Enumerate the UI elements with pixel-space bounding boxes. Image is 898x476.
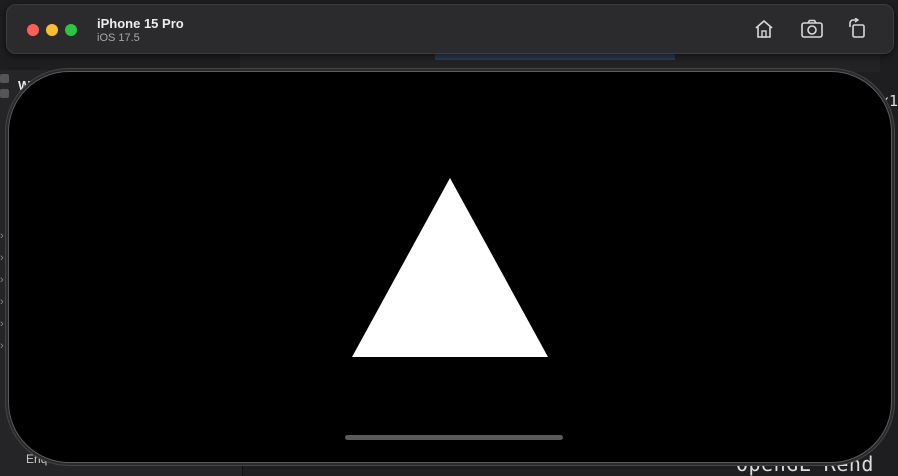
iphone-device-frame (9, 72, 891, 462)
chevron-right-icon: › (0, 274, 4, 286)
rotate-icon (849, 18, 865, 38)
chevron-right-icon: › (0, 340, 4, 352)
device-screen[interactable] (13, 76, 887, 458)
chevron-right-icon: › (0, 230, 4, 242)
close-window-button[interactable] (27, 24, 39, 36)
minimize-window-button[interactable] (46, 24, 58, 36)
camera-icon (801, 19, 823, 38)
background-sidebar-icons (0, 74, 12, 104)
zoom-window-button[interactable] (65, 24, 77, 36)
rotate-button[interactable] (845, 17, 871, 41)
home-button[interactable] (751, 17, 777, 41)
white-triangle (352, 178, 548, 357)
screenshot-button[interactable] (799, 17, 825, 41)
rendered-triangle (352, 178, 548, 357)
device-name: iPhone 15 Pro (97, 16, 184, 31)
home-indicator[interactable] (345, 435, 563, 440)
background-toolbar-strip (240, 52, 880, 72)
simulator-title-bar[interactable]: iPhone 15 Pro iOS 17.5 (6, 4, 894, 54)
home-icon (755, 20, 773, 38)
chevron-right-icon: › (0, 296, 4, 308)
chevron-right-icon: › (0, 318, 4, 330)
chevron-right-icon: › (0, 252, 4, 264)
os-version: iOS 17.5 (97, 32, 140, 44)
